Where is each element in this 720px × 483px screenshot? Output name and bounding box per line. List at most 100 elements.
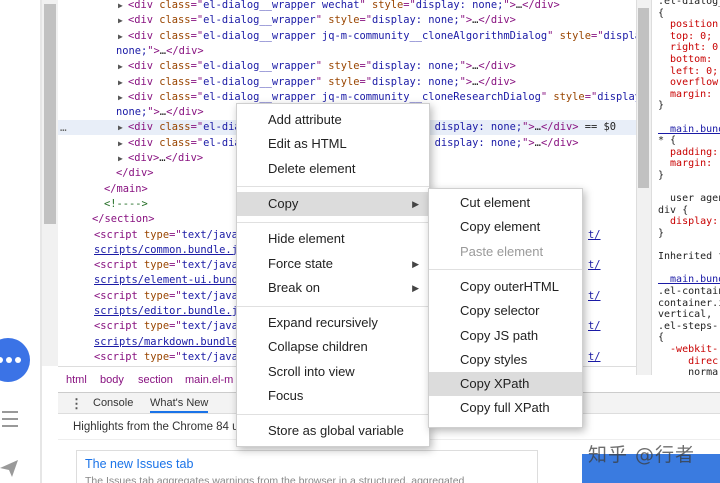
card-description: The Issues tab aggregates warnings from … bbox=[85, 475, 465, 483]
menu-item-label: Copy bbox=[268, 195, 299, 211]
menu-item-copy-js-path[interactable]: Copy JS path bbox=[429, 324, 582, 348]
style-rule-line: margin: bbox=[658, 88, 713, 100]
chat-bubble-icon[interactable] bbox=[0, 338, 30, 382]
breadcrumb-item[interactable]: body bbox=[100, 374, 124, 386]
watermark: 知乎 @行者 bbox=[588, 444, 696, 466]
more-ellipsis-icon[interactable]: … bbox=[60, 120, 67, 135]
list-icon[interactable] bbox=[0, 408, 20, 432]
menu-item-label: Copy outerHTML bbox=[460, 278, 559, 294]
menu-item-delete-element[interactable]: Delete element bbox=[237, 157, 429, 181]
menu-item-collapse-children[interactable]: Collapse children bbox=[237, 335, 429, 359]
menu-item-label: Delete element bbox=[268, 160, 356, 176]
script-src-link[interactable]: t/ bbox=[588, 350, 601, 365]
menu-item-label: Scroll into view bbox=[268, 363, 355, 379]
node-markup: <script type="text/java bbox=[94, 228, 238, 241]
menu-item-label: Collapse children bbox=[268, 339, 368, 355]
expand-arrow-icon[interactable]: ▶ bbox=[118, 136, 123, 151]
node-markup: </main> bbox=[104, 182, 148, 195]
tab-whats-new[interactable]: What's New bbox=[150, 397, 209, 413]
breadcrumb-item[interactable]: section bbox=[138, 374, 173, 386]
menu-item-copy-xpath[interactable]: Copy XPath bbox=[429, 372, 582, 397]
node-markup: scripts/element-ui.bund bbox=[94, 274, 238, 287]
style-rule-line: main.bund bbox=[658, 123, 720, 135]
menu-item-cut-element[interactable]: Cut element bbox=[429, 191, 582, 215]
node-markup: <script type="text/java bbox=[94, 259, 238, 272]
expand-arrow-icon[interactable]: ▶ bbox=[118, 75, 123, 90]
dom-node[interactable]: ▶ <div class="el-dialog__wrapper" style="… bbox=[58, 59, 636, 74]
menu-item-add-attribute[interactable]: Add attribute bbox=[237, 108, 429, 132]
style-rule-line: } bbox=[658, 228, 665, 239]
menu-item-copy-full-xpath[interactable]: Copy full XPath bbox=[429, 396, 582, 420]
dom-node[interactable]: ▶ <div class="el-dialog__wrapper" style="… bbox=[58, 75, 636, 90]
menu-item-hide-element[interactable]: Hide element bbox=[237, 227, 429, 251]
dom-node[interactable]: ▶ <div class="el-dialog__wrapper jq-m-com… bbox=[58, 29, 636, 44]
node-markup: scripts/common.bundle.js bbox=[94, 243, 245, 256]
node-markup: </section> bbox=[92, 213, 155, 226]
style-rule-line: .el-dialog__ bbox=[658, 0, 720, 7]
breadcrumb-item[interactable]: html bbox=[66, 374, 87, 386]
expand-arrow-icon[interactable]: ▶ bbox=[118, 90, 123, 105]
submenu-arrow-icon: ▶ bbox=[412, 282, 419, 293]
style-rule-line: div { bbox=[658, 204, 689, 216]
style-rule-line: { bbox=[658, 7, 665, 19]
style-rule-line: .el-contain bbox=[658, 286, 720, 297]
script-src-link[interactable]: t/ bbox=[588, 319, 601, 334]
dom-node[interactable]: ▶ <div class="el-dialog__wrapper" style="… bbox=[58, 13, 636, 28]
style-rule-line: -webkit- bbox=[658, 344, 719, 355]
expand-arrow-icon[interactable]: ▶ bbox=[118, 13, 123, 28]
styles-pane: .el-dialog__{ position: top: 0; right: 0… bbox=[651, 0, 720, 375]
send-icon[interactable] bbox=[0, 458, 18, 478]
tab-console[interactable]: Console bbox=[93, 397, 133, 409]
more-vertical-icon[interactable]: ⋮ bbox=[70, 396, 83, 412]
menu-item-force-state[interactable]: Force state ▶ bbox=[237, 252, 429, 276]
style-rule-line: container.i bbox=[658, 297, 720, 309]
node-markup: none;">…</div> bbox=[116, 106, 204, 119]
elements-scrollbar-thumb[interactable] bbox=[44, 4, 56, 224]
menu-item-expand-recursively[interactable]: Expand recursively bbox=[237, 311, 429, 335]
issues-card[interactable]: The new Issues tab The Issues tab aggreg… bbox=[76, 450, 538, 483]
node-markup: scripts/markdown.bundle bbox=[94, 335, 238, 348]
menu-item-label: Hide element bbox=[268, 231, 345, 247]
dom-node[interactable]: none;">…</div> bbox=[58, 44, 636, 59]
node-markup: none;">…</div> bbox=[116, 44, 204, 57]
menu-item-label: Copy JS path bbox=[460, 327, 539, 343]
expand-arrow-icon[interactable]: ▶ bbox=[118, 151, 123, 166]
breadcrumb-item[interactable]: main.el-m bbox=[185, 374, 233, 386]
menu-item-label: Copy XPath bbox=[460, 376, 530, 392]
menu-item-break-on[interactable]: Break on ▶ bbox=[237, 276, 429, 300]
menu-item-copy-outerhtml[interactable]: Copy outerHTML bbox=[429, 275, 582, 299]
style-rule-line: vertical, . bbox=[658, 309, 720, 321]
expand-arrow-icon[interactable]: ▶ bbox=[118, 0, 123, 13]
menu-item-scroll-into-view[interactable]: Scroll into view bbox=[237, 360, 429, 384]
style-rule-line: position: bbox=[658, 19, 720, 31]
style-rule-line: bottom: bbox=[658, 54, 713, 65]
menu-item-copy-element[interactable]: Copy element bbox=[429, 215, 582, 239]
style-rule-line: main.bund bbox=[658, 274, 720, 286]
highlights-text: Highlights from the Chrome 84 up bbox=[73, 421, 245, 433]
script-src-link[interactable]: t/ bbox=[588, 258, 601, 273]
node-markup: </div> bbox=[116, 167, 154, 180]
expand-arrow-icon[interactable]: ▶ bbox=[118, 59, 123, 74]
style-rule-line: .el-steps-- bbox=[658, 320, 720, 332]
menu-item-copy-selector[interactable]: Copy selector bbox=[429, 299, 582, 323]
menu-item-copy[interactable]: Copy ▶ bbox=[237, 191, 429, 216]
expand-arrow-icon[interactable]: ▶ bbox=[118, 120, 123, 135]
menu-item-label: Copy styles bbox=[460, 351, 528, 367]
script-src-link[interactable]: t/ bbox=[588, 228, 601, 243]
menu-item-focus[interactable]: Focus bbox=[237, 384, 429, 408]
node-markup: <script type="text/java bbox=[94, 350, 238, 363]
node-markup: <!----> bbox=[104, 197, 148, 210]
dom-node[interactable]: ▶ <div class="el-dialog__wrapper wechat" … bbox=[58, 0, 636, 13]
styles-scrollbar-thumb[interactable] bbox=[638, 8, 649, 188]
menu-item-store-as-global-variable[interactable]: Store as global variable bbox=[237, 419, 429, 443]
menu-item-label: Force state bbox=[268, 255, 334, 271]
script-src-link[interactable]: t/ bbox=[588, 289, 601, 304]
menu-item-label: Cut element bbox=[460, 195, 531, 210]
menu-item-edit-as-html[interactable]: Edit as HTML bbox=[237, 132, 429, 156]
node-markup: <div class="el-dialog__wrapper jq-m-comm… bbox=[128, 29, 636, 42]
node-markup: <div class="el-dialog__wrapper" style="d… bbox=[128, 60, 516, 73]
expand-arrow-icon[interactable]: ▶ bbox=[118, 29, 123, 44]
card-title[interactable]: The new Issues tab bbox=[85, 457, 193, 471]
menu-item-label: Paste element bbox=[460, 243, 544, 259]
menu-item-copy-styles[interactable]: Copy styles bbox=[429, 348, 582, 372]
